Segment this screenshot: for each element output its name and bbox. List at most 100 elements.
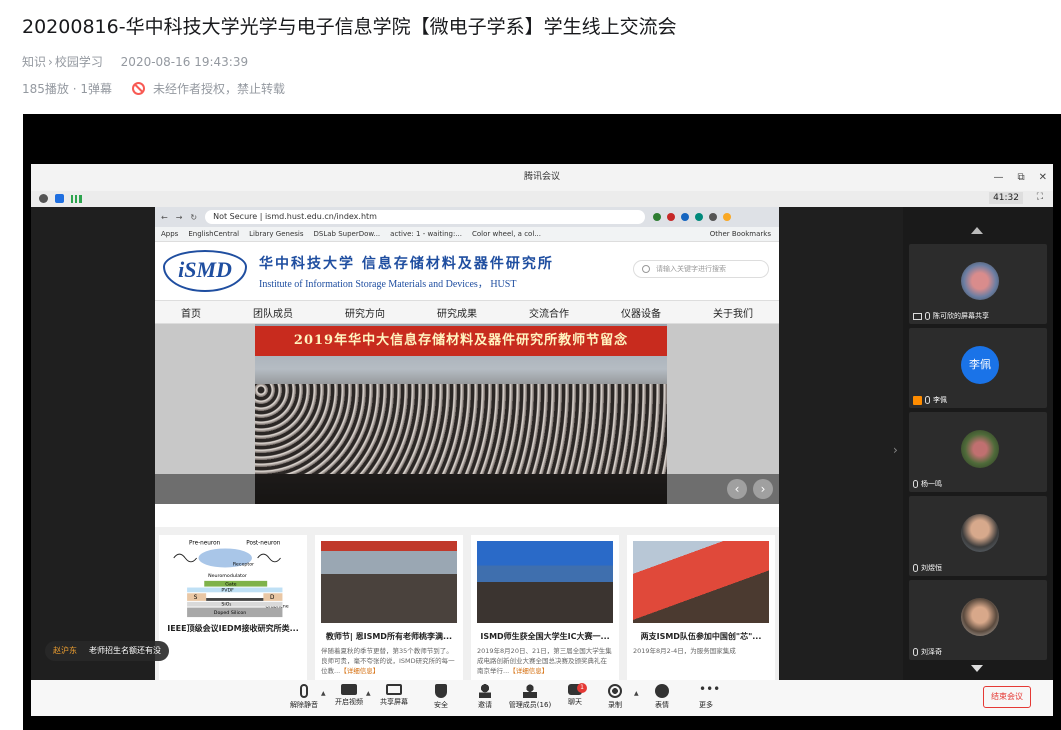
security-button[interactable]: 安全 [421,682,461,710]
news-card-desc: 伴随着夏秋的季节更替，第35个教师节到了。良师可贵，毫不夸张的说，ISMD研究所… [321,647,455,675]
danmaku-count: 1弹幕 [80,82,113,96]
extension-icon[interactable] [653,213,662,221]
extension-icon[interactable] [681,213,690,221]
forward-icon[interactable]: → [176,213,183,222]
carousel-next-button[interactable]: › [753,479,773,499]
participant-name: 杨一鸣 [913,479,942,489]
chevron-up-icon[interactable] [971,227,983,234]
bookmark-item[interactable]: EnglishCentral [188,230,239,238]
video-title: 20200816-华中科技大学光学与电子信息学院【微电子学系】学生线上交流会 [22,16,677,38]
bookmark-item[interactable]: Color wheel, a col... [472,230,541,238]
fullscreen-icon[interactable]: ⛶ [1037,192,1043,202]
nav-equipment[interactable]: 仪器设备 [621,305,661,320]
news-card-title: 两支ISMD队伍参加中国创"芯"... [640,632,762,641]
caret-up-icon[interactable]: ▲ [366,690,371,697]
participant-name: 刘泽奇 [913,647,942,657]
invite-icon [479,684,491,698]
category-link[interactable]: 知识 [22,55,46,69]
participant-tile[interactable]: 杨一鸣 [909,412,1047,492]
avatar [961,430,999,468]
mic-icon [300,684,308,698]
start-video-button[interactable]: ▲ 开启视频 [321,682,369,707]
extension-icon[interactable] [709,213,718,221]
nav-about[interactable]: 关于我们 [713,305,753,320]
diagram-label: Receptor [233,562,254,568]
participant-name: 刘煜恒 [913,563,942,573]
details-link[interactable]: 【详细信息】 [509,667,548,675]
extension-icon[interactable] [695,213,704,221]
chat-badge: 1 [577,683,587,693]
chat-button[interactable]: 1 聊天 [555,682,595,707]
reload-icon[interactable]: ↻ [190,213,197,222]
extension-icon[interactable] [723,213,732,221]
record-button[interactable]: 录制 [595,682,635,710]
caret-up-icon[interactable]: ▲ [634,690,639,697]
video-stats: 185播放 · 1弹幕 未经作者授权，禁止转载 [22,80,285,97]
caption-text: 老师招生名额还有没 [89,646,161,655]
news-card[interactable]: 教师节| 恩ISMD所有老师桃李满... 伴随着夏秋的季节更替，第35个教师节到… [315,535,463,680]
end-meeting-button[interactable]: 结束会议 [983,686,1031,708]
nav-cooperation[interactable]: 交流合作 [529,305,569,320]
news-card[interactable]: ISMD师生获全国大学生IC大赛一... 2019年8月20日、21日，第三届全… [471,535,619,680]
nav-research[interactable]: 研究方向 [345,305,385,320]
diagram-label: Post-neuron [246,541,281,547]
news-card[interactable]: 两支ISMD队伍参加中国创"芯"... 2019年8月2-4日，为服务国家集成 [627,535,775,680]
bookmark-item[interactable]: DSLab SuperDow... [314,230,381,238]
share-screen-icon [386,684,402,695]
shield-icon[interactable] [55,194,64,203]
avatar: 李佩 [961,346,999,384]
bookmark-item[interactable]: Library Genesis [249,230,303,238]
unmute-button[interactable]: 解除静音 [284,682,324,710]
info-icon[interactable] [39,194,48,203]
participant-tile[interactable]: 刘泽奇 [909,580,1047,660]
news-card-image [633,541,769,623]
share-screen-button[interactable]: ▲ 共享屏幕 [366,682,414,707]
stats-separator: · [72,81,77,96]
news-card[interactable]: Pre-neuron Post-neuron Receptor Neuromod… [159,535,307,680]
reactions-button[interactable]: ▲ 表情 [634,682,682,710]
news-cards: Pre-neuron Post-neuron Receptor Neuromod… [155,527,779,680]
news-card-desc: 2019年8月20日、21日，第三届全国大学生集成电路创新创业大赛全国总决赛及颁… [477,647,612,675]
site-name-en: Institute of Information Storage Materia… [259,278,517,290]
meeting-titlebar: 腾讯会议 — ⧉ ✕ [31,164,1053,191]
chevron-right-icon[interactable]: › [893,443,898,457]
extension-icon[interactable] [667,213,676,221]
site-logo[interactable]: iSMD [163,250,247,292]
details-link[interactable]: 【详细信息】 [340,667,379,675]
carousel-prev-button[interactable]: ‹ [727,479,747,499]
other-bookmarks[interactable]: Other Bookmarks [710,230,771,238]
more-button[interactable]: ••• 更多 [686,682,726,710]
participant-tile[interactable]: 李佩 李佩 [909,328,1047,408]
diagram-label: D [270,595,275,601]
site-name-cn: 华中科技大学 信息存储材料及器件研究所 [259,255,554,272]
nav-home[interactable]: 首页 [181,305,201,320]
bookmark-item[interactable]: Apps [161,230,178,238]
nav-team[interactable]: 团队成员 [253,305,293,320]
browser-extensions [653,213,732,221]
members-icon [523,684,537,698]
site-search-input[interactable]: 请输入关键字进行搜索 [633,260,769,278]
restore-icon[interactable]: ⧉ [1017,164,1024,191]
close-icon[interactable]: ✕ [1039,164,1047,191]
back-icon[interactable]: ← [161,213,168,222]
caret-up-icon[interactable]: ▲ [321,690,326,697]
diagram-label: Neuromodulator [208,573,247,579]
minimize-icon[interactable]: — [993,164,1003,191]
address-bar[interactable]: Not Secure | ismd.hust.edu.cn/index.htm [205,210,646,224]
subcategory-link[interactable]: 校园学习 [55,55,103,69]
diagram-label: SiO₂ [221,602,231,608]
manage-members-button[interactable]: 管理成员(16) [504,682,556,710]
nav-results[interactable]: 研究成果 [437,305,477,320]
participant-tile[interactable]: 刘煜恒 [909,496,1047,576]
breadcrumb-chevron-icon: › [48,55,53,69]
signal-icon[interactable] [71,194,82,203]
chevron-down-icon[interactable] [971,665,983,672]
news-card-image [321,541,457,623]
participant-tile[interactable]: 陈可欣的屏幕共享 [909,244,1047,324]
publish-time: 2020-08-16 19:43:39 [120,55,249,69]
mic-muted-icon [913,480,918,488]
bookmark-item[interactable]: active: 1 - waiting:... [390,230,462,238]
participant-name: 陈可欣的屏幕共享 [913,311,989,321]
invite-button[interactable]: 邀请 [465,682,505,710]
meeting-window-title: 腾讯会议 [523,172,560,182]
